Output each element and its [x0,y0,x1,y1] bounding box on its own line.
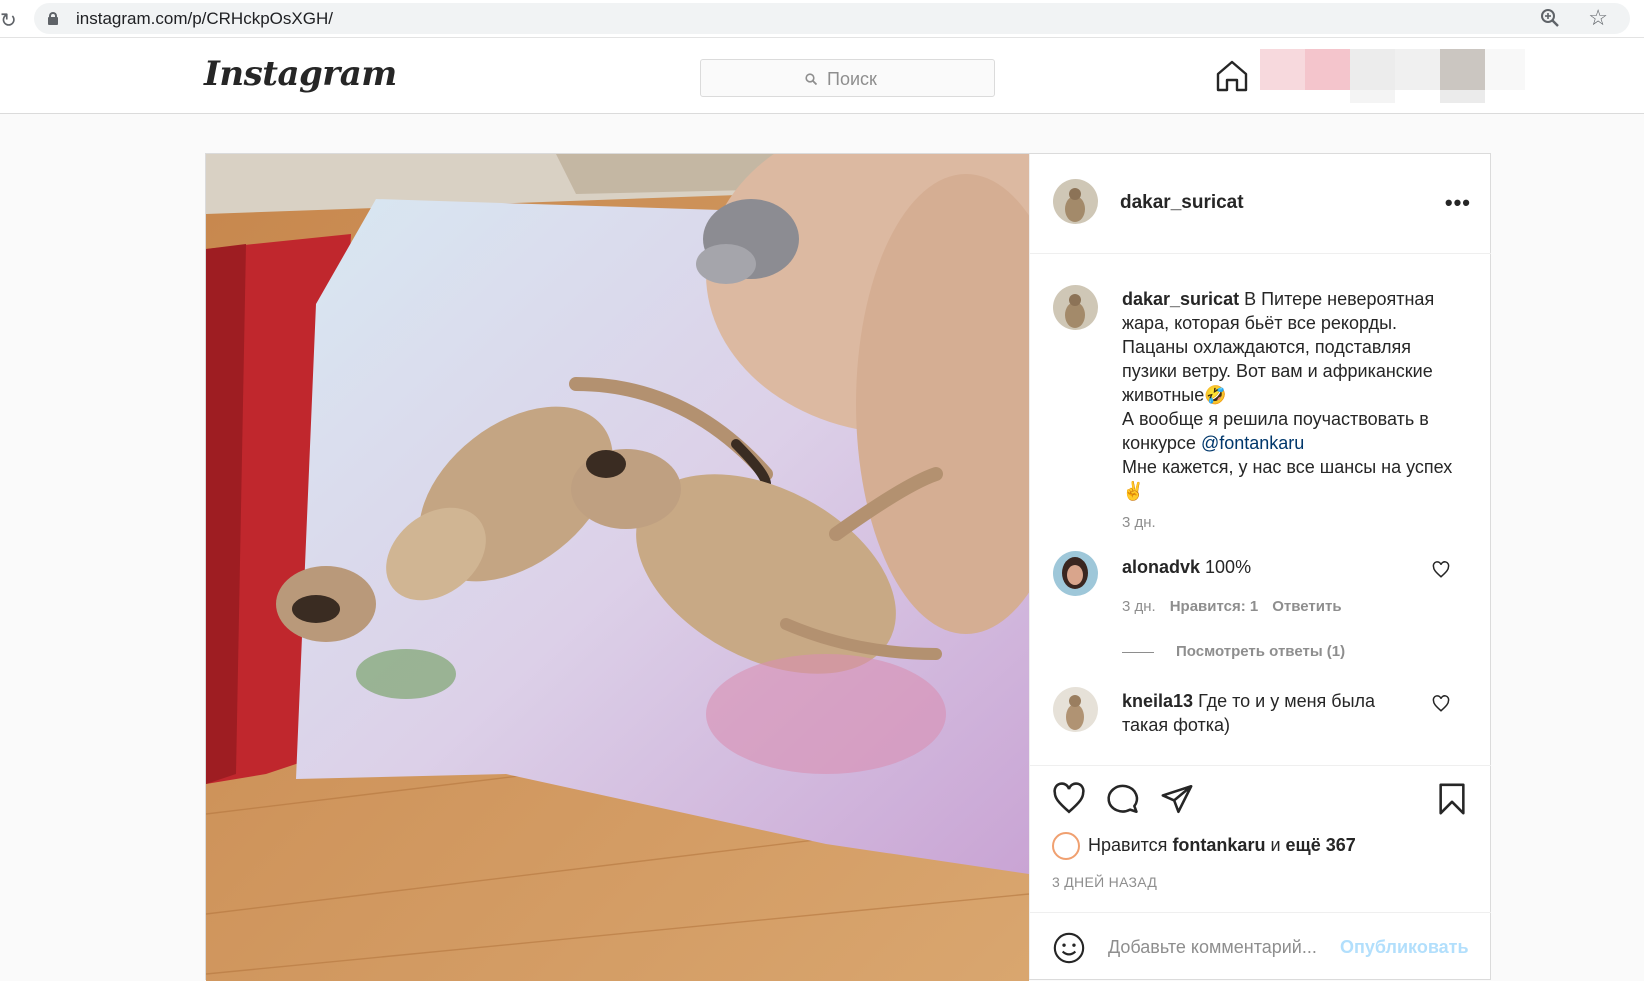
emoji-icon[interactable] [1052,931,1086,970]
liker-username[interactable]: fontankaru [1172,835,1265,855]
post-date[interactable]: 3 ДНЕЙ НАЗАД [1052,874,1157,890]
comment-input[interactable]: Добавьте комментарий... [1108,937,1317,958]
view-replies-button[interactable]: Посмотреть ответы (1) [1122,643,1345,660]
browser-toolbar: ↻ instagram.com/p/CRHckpOsXGH/ ☆ [0,0,1644,38]
add-comment-bar: Добавьте комментарий... Опубликовать [1030,912,1491,980]
zoom-icon[interactable] [1540,8,1560,33]
like-heart-icon[interactable] [1052,782,1086,821]
home-icon[interactable] [1215,59,1249,98]
post-photo[interactable] [206,154,1029,981]
likes-count[interactable]: ещё 367 [1286,835,1356,855]
comment-likes-count[interactable]: Нравится: 1 [1170,598,1259,615]
share-direct-icon[interactable] [1160,782,1194,821]
view-replies-label: Посмотреть ответы (1) [1176,643,1346,660]
address-bar[interactable]: instagram.com/p/CRHckpOsXGH/ ☆ [34,3,1630,34]
laughing-emoji: 🤣 [1204,385,1227,405]
search-icon [805,72,818,86]
caption-username[interactable]: dakar_suricat [1122,289,1239,309]
replies-divider [1122,651,1154,653]
search-placeholder: Поиск [827,69,877,89]
likes-summary: Нравится fontankaru и ещё 367 [1052,832,1356,860]
victory-emoji: ✌ [1122,481,1145,501]
lock-icon[interactable] [48,12,58,25]
likes-middle: и [1265,834,1286,855]
reload-icon[interactable]: ↻ [0,8,17,33]
comment: alonadvk 100% [1122,555,1422,579]
save-bookmark-icon[interactable] [1435,782,1469,821]
caption-time[interactable]: 3 дн. [1122,514,1156,531]
author-avatar[interactable] [1053,179,1098,224]
author-username[interactable]: dakar_suricat [1120,192,1244,214]
mention-link[interactable]: @fontankaru [1201,433,1304,453]
comments-list[interactable]: dakar_suricat В Питере невероятная жара,… [1030,255,1491,765]
post-header: dakar_suricat ••• [1030,154,1491,254]
comment-icon[interactable] [1106,782,1140,821]
comment-username[interactable]: kneila13 [1122,691,1193,711]
caption-text-3: Мне кажется, у нас все шансы на успех [1122,457,1453,477]
likes-prefix: Нравится [1088,834,1173,855]
search-input[interactable]: Поиск [700,59,995,97]
publish-button[interactable]: Опубликовать [1340,937,1469,958]
liker-avatar[interactable] [1052,832,1080,860]
comment-avatar[interactable] [1053,551,1098,596]
post-sidebar: dakar_suricat ••• dakar_suricat В Питере… [1029,154,1491,979]
post-actions: Нравится fontankaru и ещё 367 3 ДНЕЙ НАЗ… [1030,765,1491,979]
bookmark-star-icon[interactable]: ☆ [1588,5,1608,31]
more-options-icon[interactable]: ••• [1445,190,1471,216]
instagram-logo[interactable]: Instagram [204,54,397,94]
post-caption: dakar_suricat В Питере невероятная жара,… [1122,287,1467,503]
url-text[interactable]: instagram.com/p/CRHckpOsXGH/ [76,9,333,29]
comment-avatar[interactable] [1053,687,1098,732]
pixelated-nav-icons [1260,49,1530,103]
comment-like-icon[interactable] [1432,695,1450,718]
comment-time[interactable]: 3 дн. [1122,598,1156,615]
comment-like-icon[interactable] [1432,561,1450,584]
reply-button[interactable]: Ответить [1272,598,1341,615]
comment-username[interactable]: alonadvk [1122,557,1200,577]
post-card: dakar_suricat ••• dakar_suricat В Питере… [205,153,1491,981]
comment: kneila13 Где то и у меня была такая фотк… [1122,689,1422,737]
caption-avatar[interactable] [1053,285,1098,330]
comment-meta: 3 дн. Нравится: 1 Ответить [1122,598,1342,615]
instagram-header: Instagram Поиск [0,38,1644,114]
comment-body: 100% [1200,557,1252,577]
